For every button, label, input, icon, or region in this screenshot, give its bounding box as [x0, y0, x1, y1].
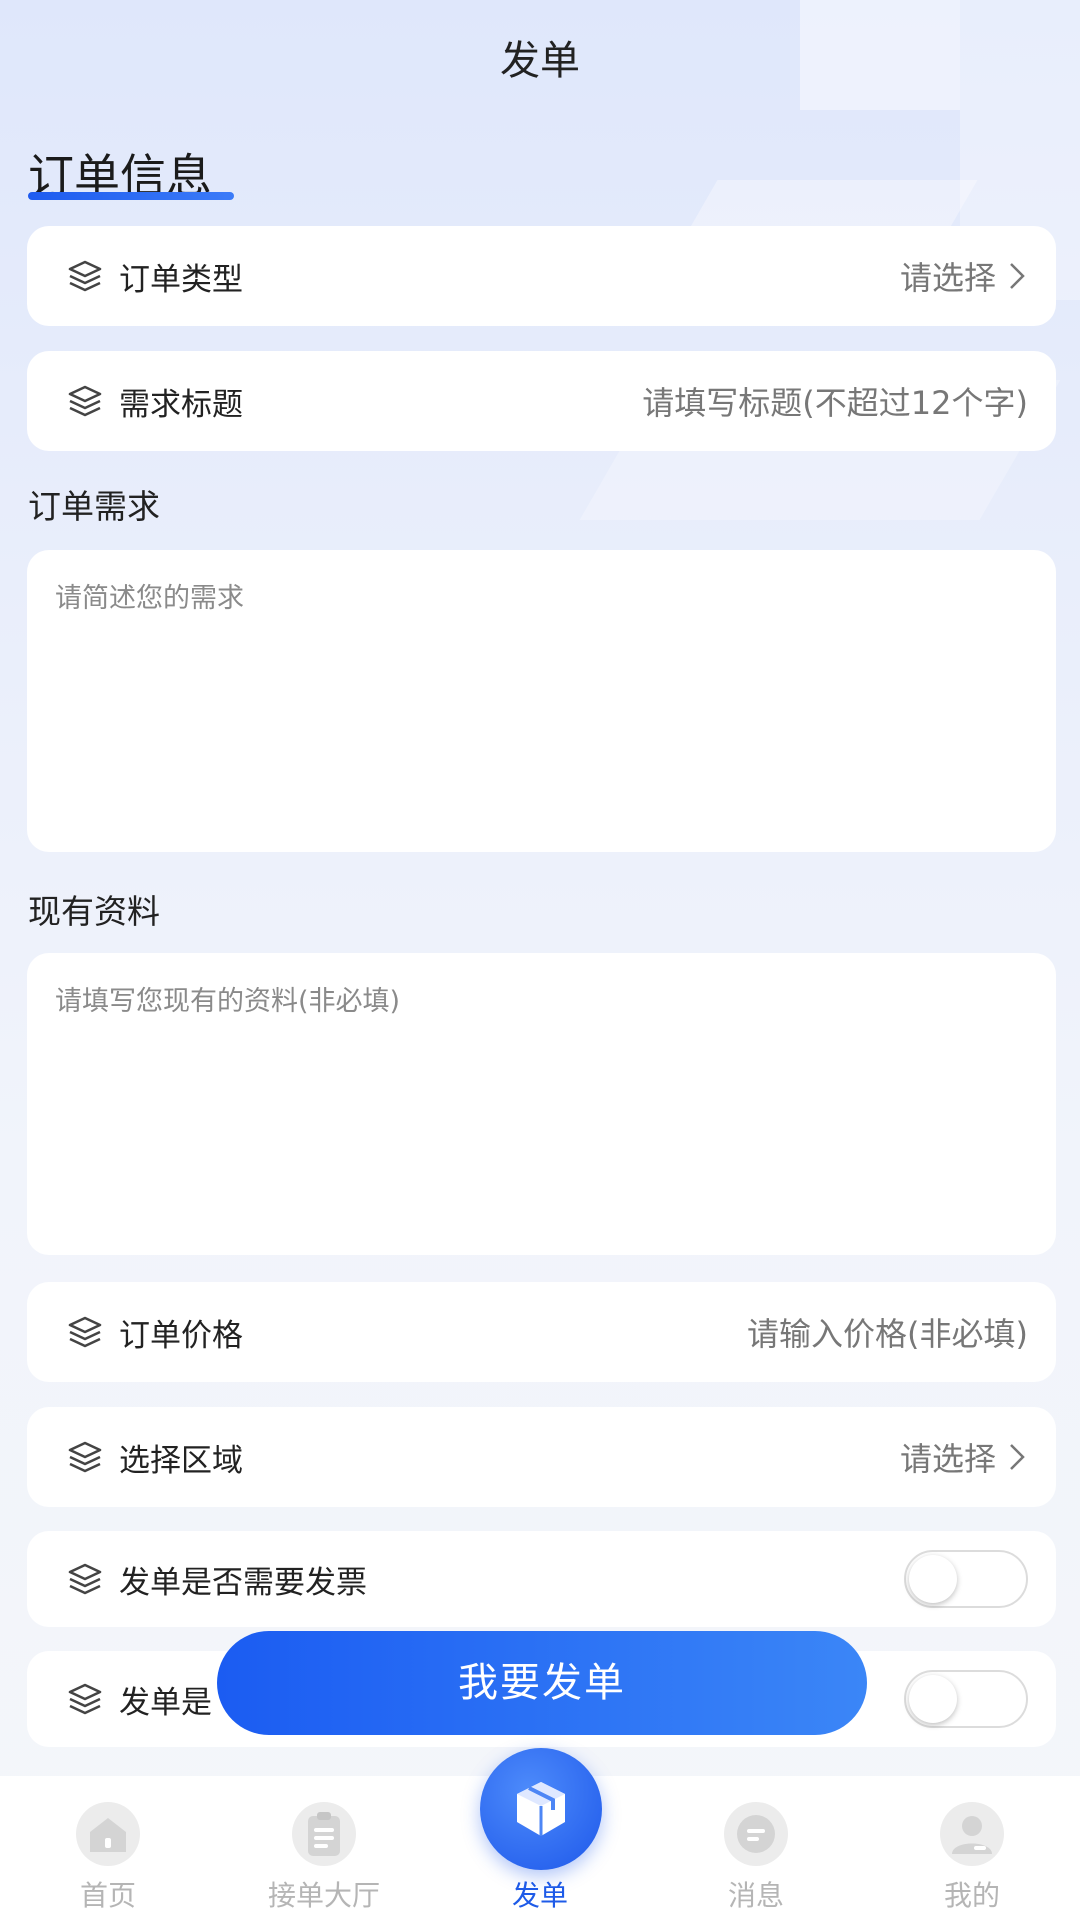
post-order-fab[interactable]: [480, 1748, 602, 1870]
layers-icon: [68, 1563, 102, 1595]
demand-title-row[interactable]: 需求标题 请填写标题(不超过12个字): [27, 351, 1056, 451]
page-title: 发单: [500, 38, 580, 84]
region-value: 请选择: [899, 1440, 996, 1478]
clipboard-icon: [292, 1802, 356, 1866]
layers-icon: [68, 1441, 102, 1473]
demand-textarea[interactable]: 请简述您的需求: [27, 550, 1056, 852]
message-icon: [724, 1802, 788, 1866]
second-toggle[interactable]: [904, 1670, 1028, 1728]
demand-title-input[interactable]: 请填写标题(不超过12个字): [642, 378, 1028, 424]
user-icon: [940, 1802, 1004, 1866]
tab-home-label: 首页: [79, 1879, 136, 1912]
invoice-label: 发单是否需要发票: [119, 1564, 367, 1601]
layers-icon: [68, 260, 102, 292]
toggle-knob: [909, 1675, 957, 1723]
tab-profile[interactable]: 我的: [872, 1776, 1072, 1920]
submit-order-button[interactable]: 我要发单: [217, 1631, 867, 1735]
region-label: 选择区域: [119, 1442, 243, 1479]
home-icon: [76, 1802, 140, 1866]
demand-title-label: 需求标题: [119, 386, 243, 423]
tab-profile-label: 我的: [943, 1879, 1000, 1912]
order-type-value: 请选择: [899, 259, 996, 297]
toggle-knob: [909, 1555, 957, 1603]
tab-messages-label: 消息: [727, 1879, 784, 1912]
layers-icon: [68, 1316, 102, 1348]
region-row[interactable]: 选择区域 请选择: [27, 1407, 1056, 1507]
demand-section-title: 订单需求: [28, 487, 160, 526]
tab-order-hall[interactable]: 接单大厅: [224, 1776, 424, 1920]
invoice-row: 发单是否需要发票: [27, 1531, 1056, 1627]
price-input[interactable]: 请输入价格(非必填): [747, 1309, 1028, 1355]
box-icon: [517, 1782, 565, 1836]
materials-textarea[interactable]: 请填写您现有的资料(非必填): [27, 953, 1056, 1255]
tab-messages[interactable]: 消息: [656, 1776, 856, 1920]
tab-post-order-label: 发单: [511, 1879, 568, 1912]
order-type-label: 订单类型: [119, 261, 243, 298]
tab-home[interactable]: 首页: [8, 1776, 208, 1920]
chevron-right-icon: [1010, 263, 1025, 289]
materials-textarea-placeholder: 请填写您现有的资料(非必填): [55, 986, 401, 1017]
price-row[interactable]: 订单价格 请输入价格(非必填): [27, 1282, 1056, 1382]
layers-icon: [68, 1683, 102, 1715]
order-type-row[interactable]: 订单类型 请选择: [27, 226, 1056, 326]
layers-icon: [68, 385, 102, 417]
tab-order-hall-label: 接单大厅: [267, 1879, 380, 1912]
price-label: 订单价格: [119, 1317, 243, 1354]
invoice-toggle[interactable]: [904, 1550, 1028, 1608]
demand-textarea-placeholder: 请简述您的需求: [55, 583, 244, 614]
materials-section-title: 现有资料: [28, 892, 160, 931]
section-title-underline: [28, 192, 234, 200]
chevron-right-icon: [1010, 1444, 1025, 1470]
second-toggle-label: 发单是: [119, 1684, 212, 1721]
